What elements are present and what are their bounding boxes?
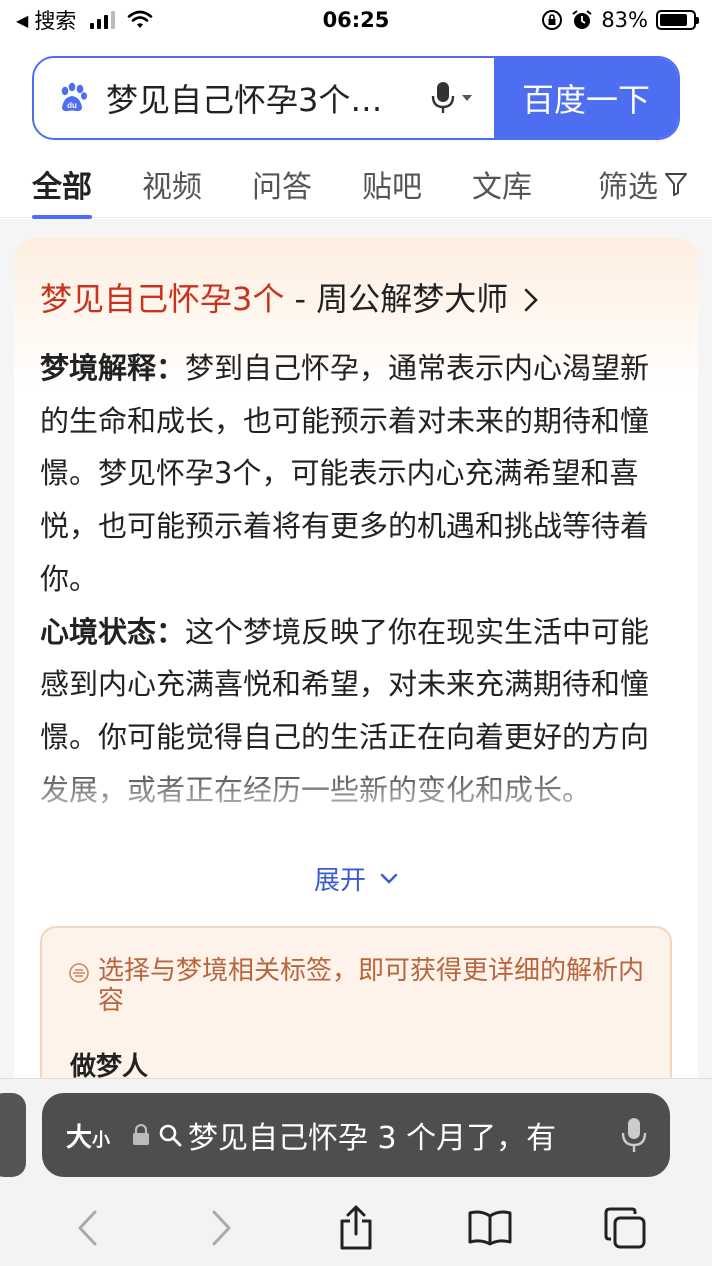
text-size-button[interactable]: 大小	[66, 1117, 110, 1154]
text-size-large: 大	[66, 1122, 93, 1153]
dream-interpretation-text: 梦境解释：梦到自己怀孕，通常表示内心渴望新的生命和成长，也可能预示着对未来的期待…	[40, 342, 676, 816]
svg-text:du: du	[67, 101, 77, 110]
chevron-right-icon	[212, 1210, 231, 1246]
result-title-source: - 周公解梦大师	[284, 280, 509, 318]
section-label-dream: 梦境解释：	[40, 351, 186, 385]
filter-label: 筛选	[598, 170, 658, 205]
orientation-lock-icon	[542, 10, 563, 30]
tag-hint: 选择与梦境相关标签，即可获得更详细的解析内容	[68, 956, 658, 1016]
voice-search-button[interactable]	[428, 81, 476, 115]
chevron-left-icon	[78, 1210, 97, 1246]
filter-button[interactable]: 筛选	[598, 150, 688, 218]
search-box: du 梦见自己怀孕3个… 百度一下	[32, 56, 680, 140]
result-tabs: 全部 视频 问答 贴吧 文库 筛选	[0, 150, 712, 219]
section-label-mood: 心境状态：	[40, 614, 186, 649]
microphone-icon	[431, 82, 455, 113]
text-size-small: 小	[92, 1129, 111, 1151]
tab-tieba[interactable]: 贴吧	[362, 150, 422, 218]
browser-bottom-bar: 大小 梦见自己怀孕 3 个月了，有	[0, 1078, 712, 1266]
search-input[interactable]: du 梦见自己怀孕3个…	[34, 58, 494, 138]
forward-button[interactable]	[197, 1203, 247, 1253]
address-text[interactable]: 梦见自己怀孕 3 个月了，有	[188, 1113, 612, 1157]
battery-icon	[656, 10, 699, 30]
tab-video[interactable]: 视频	[142, 150, 202, 218]
section-text-dream: 梦到自己怀孕，通常表示内心渴望新的生命和成长，也可能预示着对未来的期待和憧憬。梦…	[40, 351, 650, 596]
bookmarks-button[interactable]	[465, 1203, 515, 1253]
share-button[interactable]	[331, 1203, 381, 1253]
browser-toolbar	[0, 1189, 712, 1266]
hint-emblem-icon	[69, 963, 89, 983]
address-bar[interactable]: 大小 梦见自己怀孕 3 个月了，有	[42, 1093, 670, 1177]
open-book-icon	[468, 1210, 512, 1246]
lock-icon	[133, 1124, 150, 1145]
tab-wenku[interactable]: 文库	[472, 150, 532, 218]
result-title-link[interactable]: 梦见自己怀孕3个 - 周公解梦大师	[40, 274, 540, 320]
filter-funnel-icon	[665, 173, 687, 196]
battery-percent: 83%	[601, 8, 648, 32]
search-icon	[159, 1124, 182, 1147]
search-button[interactable]: 百度一下	[494, 58, 678, 138]
chevron-right-icon	[525, 288, 539, 312]
caret-down-icon	[462, 95, 472, 101]
previous-tab-peek[interactable]	[0, 1093, 26, 1177]
tag-hint-text: 选择与梦境相关标签，即可获得更详细的解析内容	[98, 956, 645, 1016]
search-query[interactable]: 梦见自己怀孕3个…	[106, 75, 428, 121]
tabs-overview-icon	[604, 1207, 646, 1249]
baidu-paw-icon: du	[61, 82, 87, 112]
dream-result-card: 梦见自己怀孕3个 - 周公解梦大师 梦境解释：梦到自己怀孕，通常表示内心渴望新的…	[14, 238, 698, 1098]
microphone-icon[interactable]	[620, 1117, 648, 1153]
back-button[interactable]	[62, 1203, 112, 1253]
tabs-button[interactable]	[600, 1203, 650, 1253]
tab-all[interactable]: 全部	[32, 150, 92, 219]
share-icon	[340, 1205, 372, 1250]
tab-qa[interactable]: 问答	[252, 150, 312, 218]
dream-tag-panel: 选择与梦境相关标签，即可获得更详细的解析内容 做梦人	[40, 926, 672, 1098]
result-title-highlight: 梦见自己怀孕3个	[40, 280, 285, 318]
alarm-icon	[572, 10, 592, 29]
status-bar: ◀ 搜索 06:25 83%	[0, 0, 712, 40]
expand-label: 展开	[313, 866, 366, 896]
text-fade-overlay	[14, 758, 698, 868]
chevron-down-icon	[380, 873, 398, 884]
expand-button[interactable]: 展开	[14, 860, 698, 897]
